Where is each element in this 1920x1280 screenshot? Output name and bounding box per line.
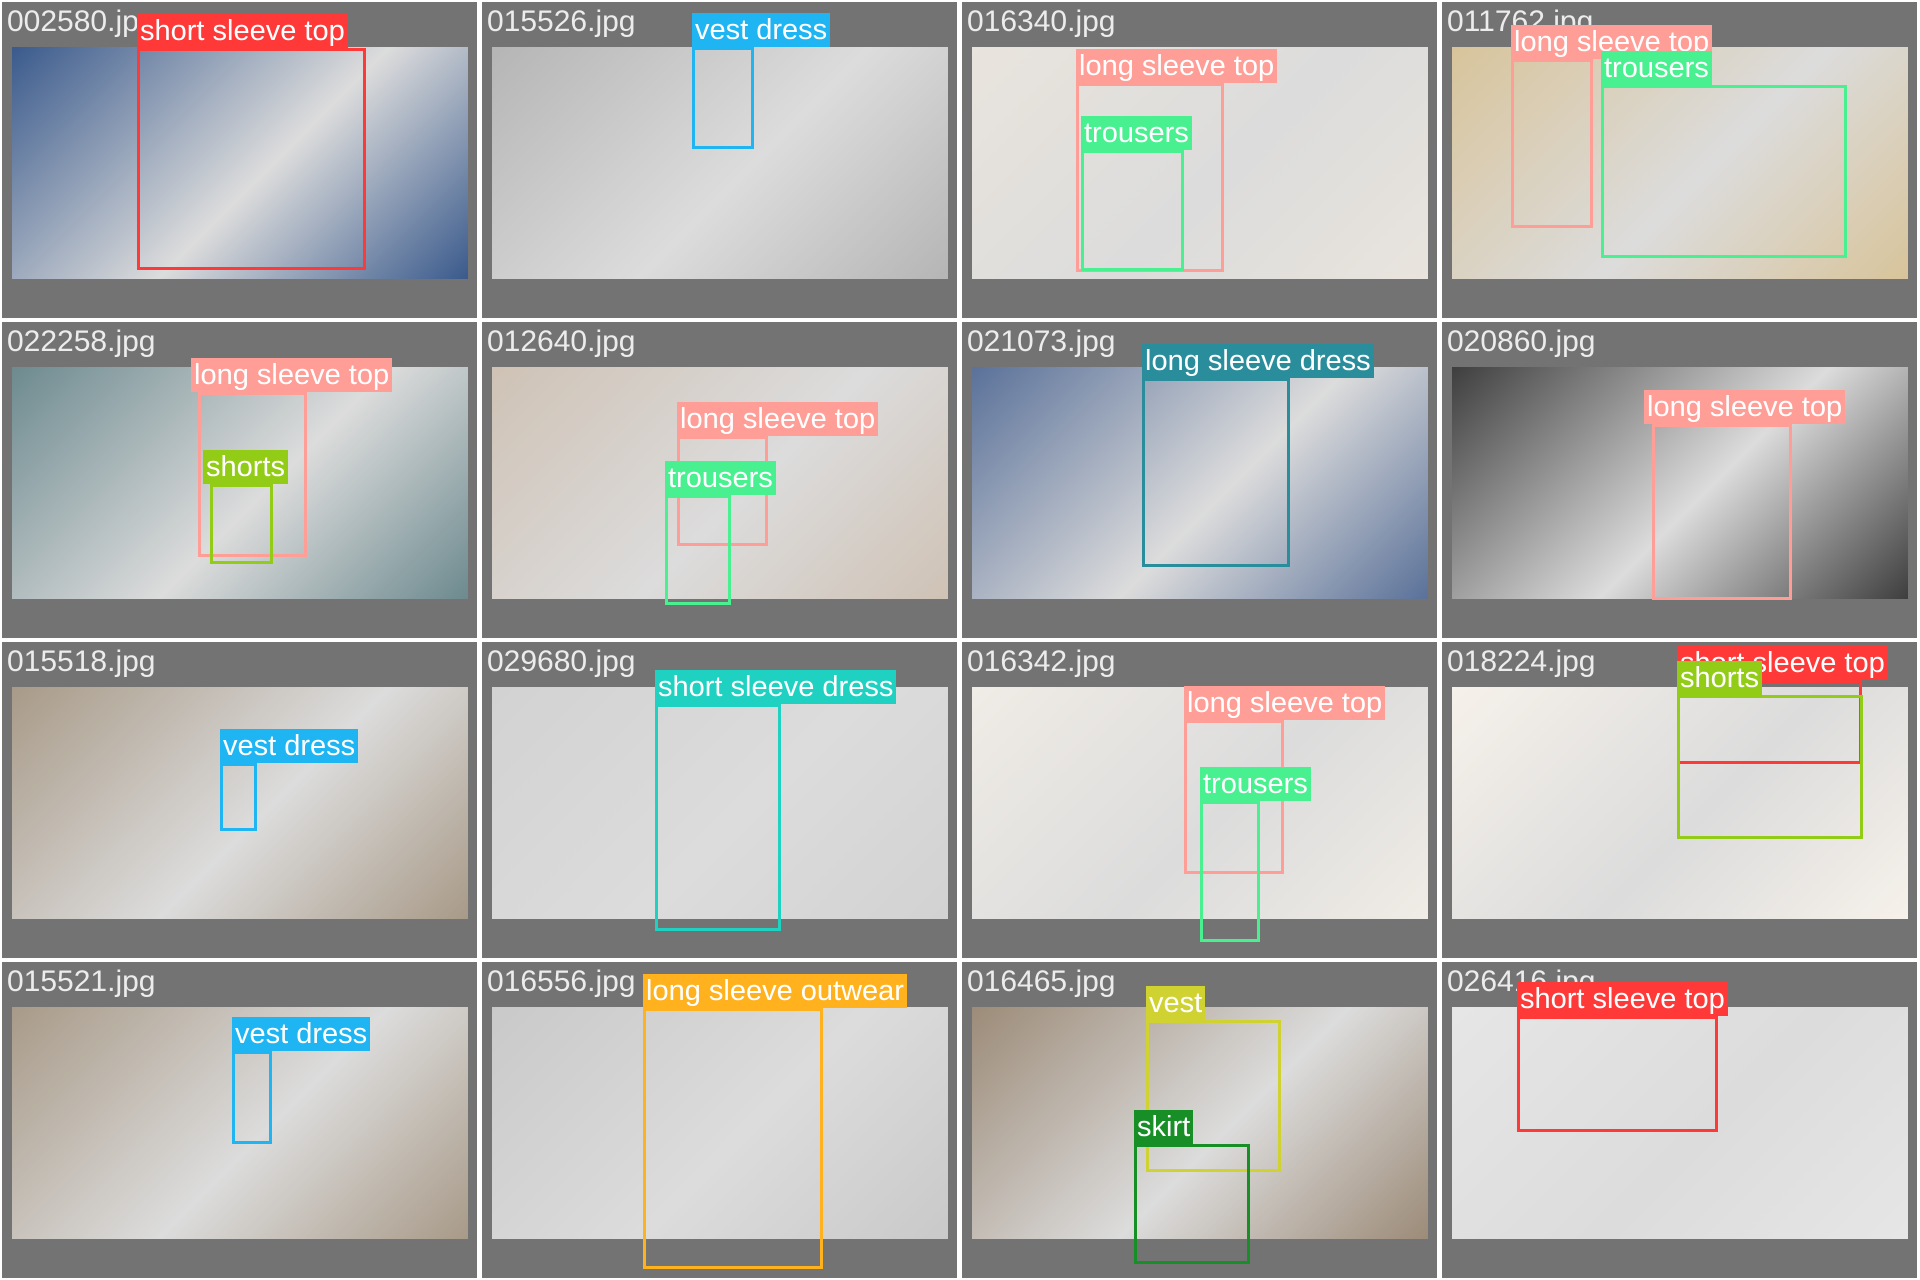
tile-filename: 015518.jpg xyxy=(7,645,156,678)
mosaic-tile: 026416.jpgshort sleeve top xyxy=(1442,962,1917,1278)
class-label: short sleeve top xyxy=(1517,982,1728,1016)
bounding-box xyxy=(1134,1144,1250,1264)
mosaic-tile: 015518.jpg vest dress xyxy=(2,642,477,958)
class-label: long sleeve outwear xyxy=(643,974,907,1008)
tile-filename: 016556.jpg xyxy=(487,965,636,998)
mosaic-tile: 011762.jpg long sleeve top trousers xyxy=(1442,2,1917,318)
class-label: vest xyxy=(1146,986,1206,1020)
bounding-box xyxy=(137,48,366,270)
class-label: long sleeve top xyxy=(677,402,879,436)
class-label: vest dress xyxy=(220,729,359,763)
bounding-box xyxy=(643,1008,823,1269)
bounding-box xyxy=(1652,424,1792,600)
class-label: trousers xyxy=(665,461,776,495)
mosaic-tile: 016556.jpg long sleeve outwear xyxy=(482,962,957,1278)
bounding-box xyxy=(1081,150,1184,271)
class-label: trousers xyxy=(1081,116,1192,150)
class-label: trousers xyxy=(1200,767,1311,801)
bounding-box xyxy=(1142,378,1290,567)
detection-mosaic: 002580.jpg short sleeve top 015526.jpg vest… xyxy=(0,0,1920,1280)
tile-filename: 021073.jpg xyxy=(967,325,1116,358)
mosaic-tile: 021073.jpg long sleeve dress xyxy=(962,322,1437,638)
tile-filename: 002580.jpg xyxy=(7,5,156,38)
mosaic-tile: 002580.jpg short sleeve top xyxy=(2,2,477,318)
bounding-box xyxy=(692,47,754,149)
bounding-box xyxy=(1677,695,1863,839)
bounding-box xyxy=(665,495,731,605)
tile-filename: 016342.jpg xyxy=(967,645,1116,678)
class-label: shorts xyxy=(1677,661,1762,695)
mosaic-tile: 029680.jpg short sleeve dress xyxy=(482,642,957,958)
tile-filename: 022258.jpg xyxy=(7,325,156,358)
bounding-box xyxy=(1517,1016,1718,1132)
mosaic-tile: 020860.jpg long sleeve top xyxy=(1442,322,1917,638)
mosaic-tile: 015526.jpg vest dress xyxy=(482,2,957,318)
mosaic-tile: 016342.jpg long sleeve top trousers xyxy=(962,642,1437,958)
tile-filename: 015526.jpg xyxy=(487,5,636,38)
tile-filename: 012640.jpg xyxy=(487,325,636,358)
class-label: long sleeve top xyxy=(1184,686,1386,720)
mosaic-tile: 022258.jpg long sleeve top shorts xyxy=(2,322,477,638)
tile-filename: 015521.jpg xyxy=(7,965,156,998)
bounding-box xyxy=(1511,59,1593,228)
bounding-box xyxy=(220,763,257,831)
mosaic-tile: 016465.jpg vest skirt xyxy=(962,962,1437,1278)
class-label: long sleeve top xyxy=(1644,390,1846,424)
tile-filename: 029680.jpg xyxy=(487,645,636,678)
bounding-box xyxy=(1200,801,1260,942)
class-label: short sleeve top xyxy=(137,14,348,48)
tile-filename: 020860.jpg xyxy=(1447,325,1596,358)
class-label: trousers xyxy=(1601,51,1712,85)
mosaic-tile: 018224.jpg short sleeve top shorts xyxy=(1442,642,1917,958)
mosaic-tile: 016340.jpg long sleeve top trousers xyxy=(962,2,1437,318)
class-label: vest dress xyxy=(232,1017,371,1051)
tile-filename: 016340.jpg xyxy=(967,5,1116,38)
bounding-box xyxy=(232,1051,272,1144)
tile-filename: 018224.jpg xyxy=(1447,645,1596,678)
tile-filename: 016465.jpg xyxy=(967,965,1116,998)
class-label: short sleeve dress xyxy=(655,670,897,704)
class-label: vest dress xyxy=(692,13,831,47)
bounding-box xyxy=(1601,85,1847,258)
bounding-box xyxy=(655,704,781,931)
class-label: long sleeve top xyxy=(1076,49,1278,83)
class-label: skirt xyxy=(1134,1110,1194,1144)
class-label: long sleeve dress xyxy=(1142,344,1374,378)
class-label: shorts xyxy=(203,450,288,484)
mosaic-tile: 012640.jpg long sleeve top trousers xyxy=(482,322,957,638)
bounding-box xyxy=(210,484,273,564)
mosaic-tile: 015521.jpg vest dress xyxy=(2,962,477,1278)
class-label: long sleeve top xyxy=(191,358,393,392)
